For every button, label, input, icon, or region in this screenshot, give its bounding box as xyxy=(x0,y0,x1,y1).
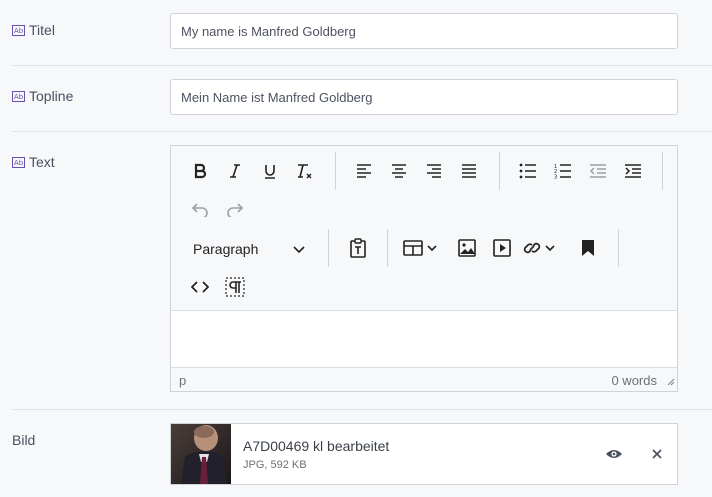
editor-statusbar: p 0 words xyxy=(171,367,677,391)
preview-eye-icon[interactable] xyxy=(602,442,626,466)
svg-text:Ab: Ab xyxy=(14,93,24,101)
topline-input[interactable] xyxy=(170,79,678,115)
anchor-icon[interactable] xyxy=(574,234,602,262)
field-row-topline: Ab Topline xyxy=(12,65,712,131)
remove-file-close-icon[interactable] xyxy=(645,442,669,466)
toolbar-separator xyxy=(387,229,388,267)
outdent-icon[interactable] xyxy=(584,157,612,185)
image-thumbnail xyxy=(171,424,231,484)
field-label-topline: Ab Topline xyxy=(12,88,74,104)
media-icon[interactable] xyxy=(488,234,516,262)
field-label-title: Ab Titel xyxy=(12,22,55,38)
field-label-text: Ab Text xyxy=(12,154,55,170)
toolbar-separator xyxy=(499,152,500,190)
editor-content-area[interactable] xyxy=(171,311,677,367)
bullet-list-icon[interactable] xyxy=(514,157,542,185)
indent-icon[interactable] xyxy=(619,157,647,185)
text-field-icon: Ab xyxy=(12,90,25,102)
editor-toolbar: 123 Paragraph xyxy=(171,146,677,311)
redo-icon[interactable] xyxy=(221,195,249,223)
file-meta: JPG, 592 KB xyxy=(243,459,307,471)
undo-icon[interactable] xyxy=(186,195,214,223)
svg-text:3: 3 xyxy=(554,175,557,180)
paste-text-icon[interactable] xyxy=(344,234,372,262)
text-field-icon: Ab xyxy=(12,24,25,36)
rich-text-editor: 123 Paragraph p 0 words xyxy=(170,145,678,392)
align-right-icon[interactable] xyxy=(420,157,448,185)
numbered-list-icon[interactable]: 123 xyxy=(549,157,577,185)
text-field-icon: Ab xyxy=(12,156,25,168)
align-left-icon[interactable] xyxy=(350,157,378,185)
clear-formatting-icon[interactable] xyxy=(291,157,319,185)
toolbar-separator xyxy=(662,152,663,190)
title-input[interactable] xyxy=(170,13,678,49)
underline-icon[interactable] xyxy=(256,157,284,185)
field-row-title: Ab Titel xyxy=(12,0,712,65)
svg-text:Ab: Ab xyxy=(14,159,24,167)
field-label-image: Bild xyxy=(12,432,36,448)
toolbar-separator xyxy=(328,229,329,267)
toolbar-separator xyxy=(618,229,619,267)
italic-icon[interactable] xyxy=(221,157,249,185)
table-icon[interactable] xyxy=(403,234,445,262)
svg-text:Ab: Ab xyxy=(14,27,24,35)
show-blocks-icon[interactable] xyxy=(221,273,249,301)
element-path[interactable]: p xyxy=(179,373,186,388)
source-code-icon[interactable] xyxy=(186,273,214,301)
word-count: 0 words xyxy=(611,373,657,388)
file-attachment: A7D00469 kl bearbeitet JPG, 592 KB xyxy=(170,423,678,485)
align-justify-icon[interactable] xyxy=(455,157,483,185)
bold-icon[interactable] xyxy=(186,157,214,185)
image-icon[interactable] xyxy=(453,234,481,262)
toolbar-separator xyxy=(335,152,336,190)
align-center-icon[interactable] xyxy=(385,157,413,185)
block-format-select[interactable]: Paragraph xyxy=(185,234,313,264)
chevron-down-icon xyxy=(293,241,305,257)
resize-handle-icon[interactable] xyxy=(665,374,675,389)
file-name: A7D00469 kl bearbeitet xyxy=(243,438,390,454)
link-icon[interactable] xyxy=(523,234,565,262)
